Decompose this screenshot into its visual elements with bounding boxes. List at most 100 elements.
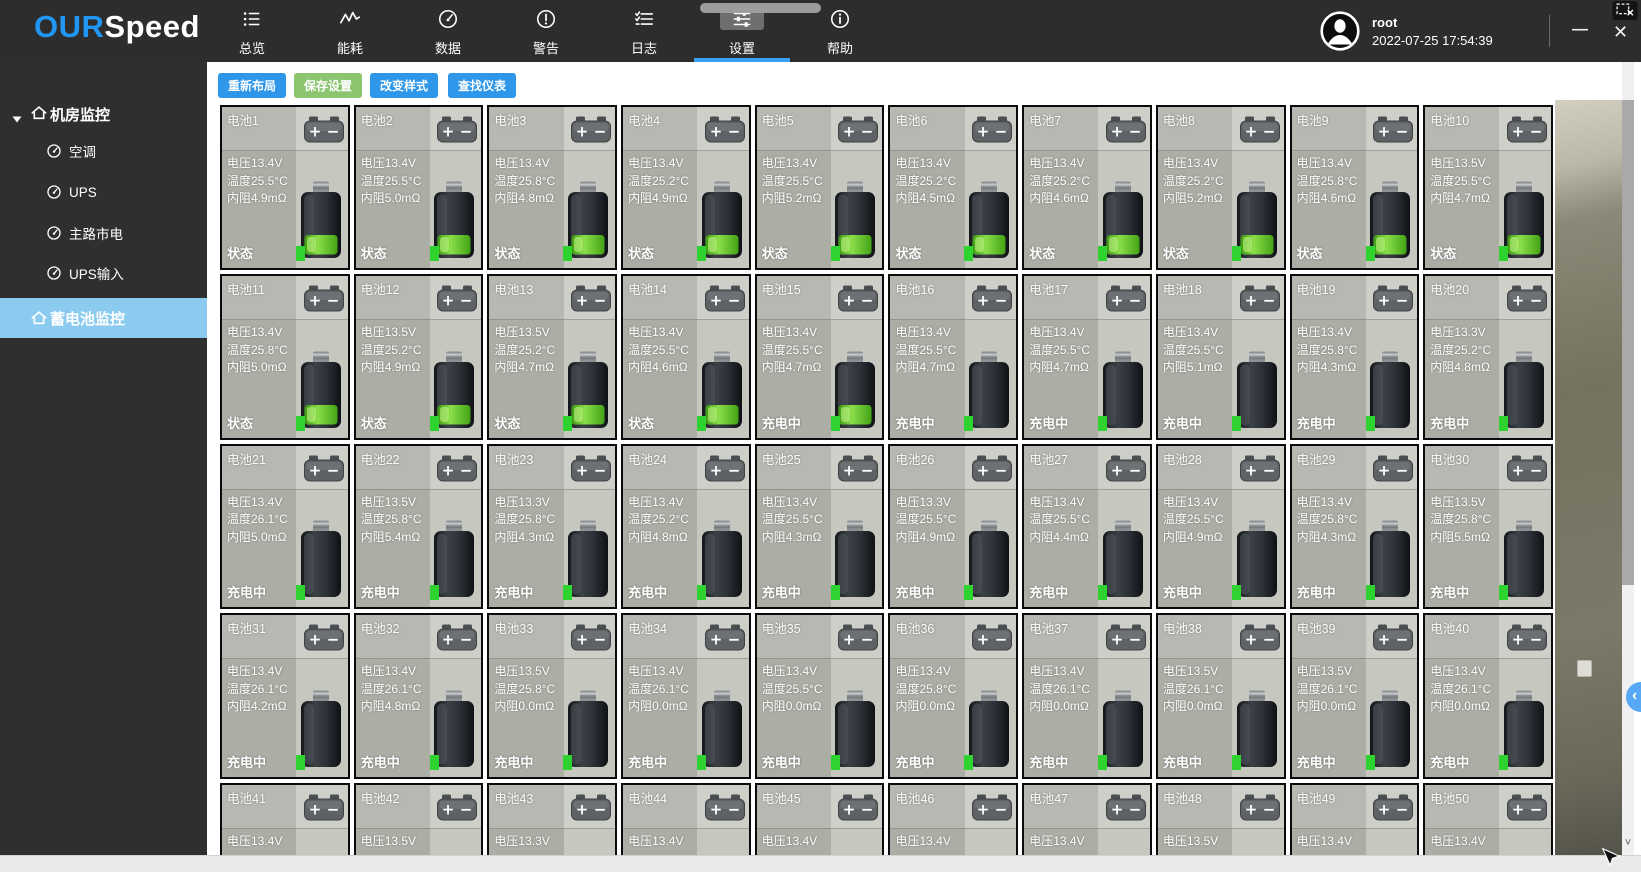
tab-警告[interactable]: 警告 xyxy=(497,0,595,62)
battery-card-电池4[interactable]: 电池4+−电压13.4V温度25.2°C内阻4.9mΩ状态 xyxy=(621,105,751,270)
battery-card-电池22[interactable]: 电池22+−电压13.5V温度25.8°C内阻5.4mΩ充电中 xyxy=(354,444,484,609)
battery-card-电池15[interactable]: 电池15+−电压13.4V温度25.5°C内阻4.7mΩ充电中 xyxy=(755,274,885,439)
battery-card-电池42[interactable]: 电池42+−电压13.5V xyxy=(354,783,484,855)
battery-card-电池8[interactable]: 电池8+−电压13.4V温度25.2°C内阻5.2mΩ状态 xyxy=(1156,105,1286,270)
toolbar-button-改变样式[interactable]: 改变样式 xyxy=(370,73,438,98)
battery-card-电池25[interactable]: 电池25+−电压13.4V温度25.5°C内阻4.3mΩ充电中 xyxy=(755,444,885,609)
battery-card-电池14[interactable]: 电池14+−电压13.4V温度25.5°C内阻4.6mΩ状态 xyxy=(621,274,751,439)
toolbar-button-保存设置[interactable]: 保存设置 xyxy=(294,73,362,98)
svg-text:−: − xyxy=(861,292,874,310)
voltage-reading: 电压13.4V xyxy=(628,663,689,681)
scrollbar-thumb[interactable] xyxy=(1622,100,1634,585)
battery-card-电池24[interactable]: 电池24+−电压13.4V温度25.2°C内阻4.8mΩ充电中 xyxy=(621,444,751,609)
status-indicator xyxy=(964,246,973,261)
battery-card-电池13[interactable]: 电池13+−电压13.5V温度25.2°C内阻4.7mΩ状态 xyxy=(487,274,617,439)
battery-terminals-icon: +− xyxy=(1106,624,1146,651)
battery-card-电池32[interactable]: 电池32+−电压13.4V温度26.1°C内阻4.8mΩ充电中 xyxy=(354,613,484,778)
battery-card-电池40[interactable]: 电池40+−电压13.4V温度26.1°C内阻0.0mΩ充电中 xyxy=(1423,613,1553,778)
sidebar-item-主路市电[interactable]: 主路市电 xyxy=(46,224,123,242)
battery-card-电池34[interactable]: 电池34+−电压13.4V温度26.1°C内阻0.0mΩ充电中 xyxy=(621,613,751,778)
battery-card-电池39[interactable]: 电池39+−电压13.5V温度26.1°C内阻0.0mΩ充电中 xyxy=(1290,613,1420,778)
tab-日志[interactable]: 日志 xyxy=(595,0,693,62)
battery-card-电池38[interactable]: 电池38+−电压13.5V温度26.1°C内阻0.0mΩ充电中 xyxy=(1156,613,1286,778)
battery-card-电池43[interactable]: 电池43+−电压13.3V xyxy=(487,783,617,855)
temperature-reading: 温度26.1°C xyxy=(361,681,422,699)
minimize-button[interactable]: — xyxy=(1572,22,1588,38)
battery-card-电池45[interactable]: 电池45+−电压13.4V xyxy=(755,783,885,855)
battery-card-电池18[interactable]: 电池18+−电压13.4V温度25.5°C内阻5.1mΩ充电中 xyxy=(1156,274,1286,439)
svg-text:−: − xyxy=(1396,461,1409,479)
top-gray-bar xyxy=(700,3,821,13)
voltage-reading: 电压13.4V xyxy=(361,663,422,681)
temperature-reading: 温度25.2°C xyxy=(1430,342,1491,360)
voltage-reading: 电压13.5V xyxy=(361,324,422,342)
battery-card-电池36[interactable]: 电池36+−电压13.4V温度25.8°C内阻0.0mΩ充电中 xyxy=(888,613,1018,778)
sidebar-item-UPS输入[interactable]: UPS输入 xyxy=(46,264,124,282)
log-icon xyxy=(622,6,666,30)
tab-数据[interactable]: 数据 xyxy=(399,0,497,62)
resistance-reading: 内阻4.8mΩ xyxy=(1430,359,1491,377)
temperature-reading: 温度25.5°C xyxy=(762,342,823,360)
sidebar-item-空调[interactable]: 空调 xyxy=(46,142,96,160)
battery-card-电池9[interactable]: 电池9+−电压13.4V温度25.8°C内阻4.6mΩ状态 xyxy=(1290,105,1420,270)
battery-card-电池46[interactable]: 电池46+−电压13.4V xyxy=(888,783,1018,855)
battery-card-电池26[interactable]: 电池26+−电压13.3V温度25.5°C内阻4.9mΩ充电中 xyxy=(888,444,1018,609)
battery-card-电池19[interactable]: 电池19+−电压13.4V温度25.8°C内阻4.3mΩ充电中 xyxy=(1290,274,1420,439)
battery-card-电池3[interactable]: 电池3+−电压13.4V温度25.8°C内阻4.8mΩ状态 xyxy=(487,105,617,270)
battery-card-电池7[interactable]: 电池7+−电压13.4V温度25.2°C内阻4.6mΩ状态 xyxy=(1022,105,1152,270)
battery-card-电池16[interactable]: 电池16+−电压13.4V温度25.5°C内阻4.7mΩ充电中 xyxy=(888,274,1018,439)
battery-terminals-icon: +− xyxy=(571,794,611,821)
battery-card-电池12[interactable]: 电池12+−电压13.5V温度25.2°C内阻4.9mΩ状态 xyxy=(354,274,484,439)
svg-text:−: − xyxy=(1530,800,1543,818)
svg-text:+: + xyxy=(1378,292,1391,310)
temperature-reading: 温度25.5°C xyxy=(1163,511,1224,529)
battery-status: 充电中 xyxy=(762,582,801,601)
battery-card-电池23[interactable]: 电池23+−电压13.3V温度25.8°C内阻4.3mΩ充电中 xyxy=(487,444,617,609)
battery-card-电池1[interactable]: 电池1+−电压13.4V温度25.5°C内阻4.9mΩ状态 xyxy=(220,105,350,270)
battery-card-电池49[interactable]: 电池49+−电压13.4V xyxy=(1290,783,1420,855)
tab-总览[interactable]: 总览 xyxy=(203,0,301,62)
battery-card-电池6[interactable]: 电池6+−电压13.4V温度25.2°C内阻4.5mΩ状态 xyxy=(888,105,1018,270)
battery-card-电池30[interactable]: 电池30+−电压13.5V温度25.8°C内阻5.5mΩ充电中 xyxy=(1423,444,1553,609)
battery-card-电池50[interactable]: 电池50+−电压13.4V xyxy=(1423,783,1553,855)
voltage-reading: 电压13.5V xyxy=(1163,663,1224,681)
battery-card-电池11[interactable]: 电池11+−电压13.4V温度25.8°C内阻5.0mΩ状态 xyxy=(220,274,350,439)
toolbar-button-查找仪表[interactable]: 查找仪表 xyxy=(448,73,516,98)
toolbar-button-重新布局[interactable]: 重新布局 xyxy=(218,73,286,98)
battery-card-电池5[interactable]: 电池5+−电压13.4V温度25.5°C内阻5.2mΩ状态 xyxy=(755,105,885,270)
battery-card-电池17[interactable]: 电池17+−电压13.4V温度25.5°C内阻4.7mΩ充电中 xyxy=(1022,274,1152,439)
battery-card-电池27[interactable]: 电池27+−电压13.4V温度25.5°C内阻4.4mΩ充电中 xyxy=(1022,444,1152,609)
battery-name: 电池5 xyxy=(762,110,794,129)
scroll-down-arrow[interactable]: ˅ xyxy=(1622,837,1634,849)
battery-card-电池31[interactable]: 电池31+−电压13.4V温度26.1°C内阻4.2mΩ充电中 xyxy=(220,613,350,778)
user-menu[interactable]: root 2022-07-25 17:54:39 xyxy=(1320,11,1493,56)
battery-card-电池48[interactable]: 电池48+−电压13.5V xyxy=(1156,783,1286,855)
battery-card-电池41[interactable]: 电池41+−电压13.4V xyxy=(220,783,350,855)
battery-card-电池47[interactable]: 电池47+−电压13.4V xyxy=(1022,783,1152,855)
battery-card-电池10[interactable]: 电池10+−电压13.5V温度25.5°C内阻4.7mΩ状态 xyxy=(1423,105,1553,270)
screenshot-tool-icon[interactable] xyxy=(1612,1,1638,25)
temperature-reading: 温度26.1°C xyxy=(1029,681,1090,699)
horizontal-scrollbar-strip[interactable] xyxy=(0,855,1641,872)
vertical-scrollbar[interactable]: ˅ xyxy=(1622,62,1634,855)
sidebar-item-UPS[interactable]: UPS xyxy=(46,183,97,201)
battery-card-电池20[interactable]: 电池20+−电压13.3V温度25.2°C内阻4.8mΩ充电中 xyxy=(1423,274,1553,439)
close-button[interactable]: ✕ xyxy=(1613,24,1628,40)
battery-card-电池2[interactable]: 电池2+−电压13.4V温度25.5°C内阻5.0mΩ状态 xyxy=(354,105,484,270)
status-indicator xyxy=(563,246,572,261)
battery-card-电池33[interactable]: 电池33+−电压13.5V温度25.8°C内阻0.0mΩ充电中 xyxy=(487,613,617,778)
battery-status: 状态 xyxy=(1029,243,1055,262)
battery-card-电池29[interactable]: 电池29+−电压13.4V温度25.8°C内阻4.3mΩ充电中 xyxy=(1290,444,1420,609)
tab-能耗[interactable]: 能耗 xyxy=(301,0,399,62)
voltage-reading: 电压13.3V xyxy=(895,494,956,512)
temperature-reading: 温度26.1°C xyxy=(1297,681,1358,699)
nav-label: 能耗 xyxy=(301,38,399,57)
sidebar-item-battery-monitoring[interactable]: 蓄电池监控 xyxy=(0,298,207,338)
sidebar-group-room-monitoring[interactable]: 机房监控 xyxy=(0,102,207,126)
battery-card-电池21[interactable]: 电池21+−电压13.4V温度26.1°C内阻5.0mΩ充电中 xyxy=(220,444,350,609)
battery-card-电池37[interactable]: 电池37+−电压13.4V温度26.1°C内阻0.0mΩ充电中 xyxy=(1022,613,1152,778)
battery-readings: 电压13.5V温度25.2°C内阻4.7mΩ xyxy=(494,324,555,377)
battery-card-电池28[interactable]: 电池28+−电压13.4V温度25.5°C内阻4.9mΩ充电中 xyxy=(1156,444,1286,609)
battery-card-电池35[interactable]: 电池35+−电压13.4V温度25.5°C内阻0.0mΩ充电中 xyxy=(755,613,885,778)
battery-card-电池44[interactable]: 电池44+−电压13.4V xyxy=(621,783,751,855)
